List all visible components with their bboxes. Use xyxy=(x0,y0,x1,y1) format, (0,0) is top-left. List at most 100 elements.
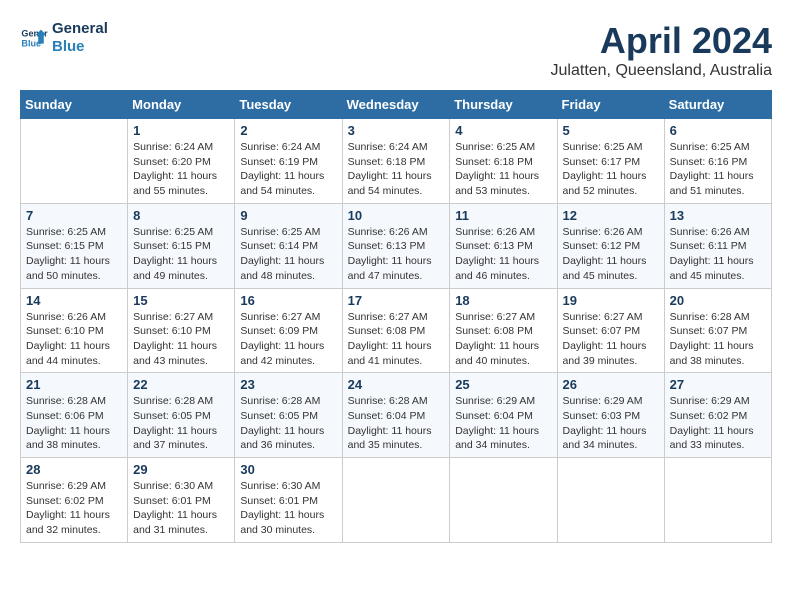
calendar-cell: 18 Sunrise: 6:27 AM Sunset: 6:08 PM Dayli… xyxy=(450,288,557,373)
weekday-header-thursday: Thursday xyxy=(450,91,557,119)
day-number: 9 xyxy=(240,208,336,223)
day-info: Sunrise: 6:29 AM Sunset: 6:03 PM Dayligh… xyxy=(563,394,659,453)
day-info: Sunrise: 6:26 AM Sunset: 6:10 PM Dayligh… xyxy=(26,310,122,369)
calendar-cell: 20 Sunrise: 6:28 AM Sunset: 6:07 PM Dayli… xyxy=(664,288,771,373)
calendar-body: 1 Sunrise: 6:24 AM Sunset: 6:20 PM Daylig… xyxy=(21,119,772,543)
day-number: 14 xyxy=(26,293,122,308)
weekday-header-sunday: Sunday xyxy=(21,91,128,119)
day-number: 22 xyxy=(133,377,229,392)
day-info: Sunrise: 6:27 AM Sunset: 6:08 PM Dayligh… xyxy=(348,310,445,369)
day-info: Sunrise: 6:29 AM Sunset: 6:04 PM Dayligh… xyxy=(455,394,551,453)
day-info: Sunrise: 6:24 AM Sunset: 6:19 PM Dayligh… xyxy=(240,140,336,199)
weekday-header-saturday: Saturday xyxy=(664,91,771,119)
calendar-cell: 25Sunrise: 6:29 AM Sunset: 6:04 PM Dayli… xyxy=(450,373,557,458)
day-info: Sunrise: 6:26 AM Sunset: 6:11 PM Dayligh… xyxy=(670,225,766,284)
day-number: 3 xyxy=(348,123,445,138)
calendar-cell: 6Sunrise: 6:25 AM Sunset: 6:16 PM Daylig… xyxy=(664,119,771,204)
calendar-table: SundayMondayTuesdayWednesdayThursdayFrid… xyxy=(20,90,772,543)
calendar-cell: 24 Sunrise: 6:28 AM Sunset: 6:04 PM Dayli… xyxy=(342,373,450,458)
day-info: Sunrise: 6:28 AM Sunset: 6:04 PM Dayligh… xyxy=(348,394,445,453)
day-number: 8 xyxy=(133,208,229,223)
calendar-week-2: 7 Sunrise: 6:25 AM Sunset: 6:15 PM Daylig… xyxy=(21,203,772,288)
day-info: Sunrise: 6:24 AM Sunset: 6:18 PM Dayligh… xyxy=(348,140,445,199)
day-number: 1 xyxy=(133,123,229,138)
calendar-cell: 23 Sunrise: 6:28 AM Sunset: 6:05 PM Dayli… xyxy=(235,373,342,458)
day-info: Sunrise: 6:28 AM Sunset: 6:06 PM Dayligh… xyxy=(26,394,122,453)
day-info: Sunrise: 6:24 AM Sunset: 6:20 PM Dayligh… xyxy=(133,140,229,199)
logo: General Blue General Blue xyxy=(20,20,108,56)
weekday-header-wednesday: Wednesday xyxy=(342,91,450,119)
day-info: Sunrise: 6:25 AM Sunset: 6:15 PM Dayligh… xyxy=(133,225,229,284)
calendar-week-1: 1 Sunrise: 6:24 AM Sunset: 6:20 PM Daylig… xyxy=(21,119,772,204)
day-number: 11 xyxy=(455,208,551,223)
day-info: Sunrise: 6:27 AM Sunset: 6:07 PM Dayligh… xyxy=(563,310,659,369)
calendar-cell: 2 Sunrise: 6:24 AM Sunset: 6:19 PM Daylig… xyxy=(235,119,342,204)
logo-text: General xyxy=(52,20,108,38)
day-number: 28 xyxy=(26,462,122,477)
day-number: 20 xyxy=(670,293,766,308)
calendar-cell: 9 Sunrise: 6:25 AM Sunset: 6:14 PM Daylig… xyxy=(235,203,342,288)
calendar-cell: 28Sunrise: 6:29 AM Sunset: 6:02 PM Dayli… xyxy=(21,458,128,543)
calendar-cell: 15Sunrise: 6:27 AM Sunset: 6:10 PM Dayli… xyxy=(128,288,235,373)
day-info: Sunrise: 6:28 AM Sunset: 6:05 PM Dayligh… xyxy=(133,394,229,453)
day-number: 24 xyxy=(348,377,445,392)
calendar-cell: 30Sunrise: 6:30 AM Sunset: 6:01 PM Dayli… xyxy=(235,458,342,543)
day-number: 23 xyxy=(240,377,336,392)
day-number: 29 xyxy=(133,462,229,477)
day-number: 13 xyxy=(670,208,766,223)
day-info: Sunrise: 6:27 AM Sunset: 6:08 PM Dayligh… xyxy=(455,310,551,369)
day-number: 26 xyxy=(563,377,659,392)
day-info: Sunrise: 6:26 AM Sunset: 6:13 PM Dayligh… xyxy=(455,225,551,284)
day-number: 18 xyxy=(455,293,551,308)
day-info: Sunrise: 6:25 AM Sunset: 6:18 PM Dayligh… xyxy=(455,140,551,199)
day-number: 7 xyxy=(26,208,122,223)
calendar-cell: 14 Sunrise: 6:26 AM Sunset: 6:10 PM Dayli… xyxy=(21,288,128,373)
calendar-cell: 22 Sunrise: 6:28 AM Sunset: 6:05 PM Dayli… xyxy=(128,373,235,458)
calendar-cell: 10 Sunrise: 6:26 AM Sunset: 6:13 PM Dayli… xyxy=(342,203,450,288)
day-number: 2 xyxy=(240,123,336,138)
month-title: April 2024 xyxy=(551,20,772,62)
day-number: 21 xyxy=(26,377,122,392)
calendar-week-4: 21 Sunrise: 6:28 AM Sunset: 6:06 PM Dayli… xyxy=(21,373,772,458)
calendar-cell xyxy=(342,458,450,543)
svg-text:Blue: Blue xyxy=(21,38,41,48)
day-info: Sunrise: 6:29 AM Sunset: 6:02 PM Dayligh… xyxy=(670,394,766,453)
day-info: Sunrise: 6:26 AM Sunset: 6:12 PM Dayligh… xyxy=(563,225,659,284)
day-info: Sunrise: 6:27 AM Sunset: 6:10 PM Dayligh… xyxy=(133,310,229,369)
calendar-cell: 12Sunrise: 6:26 AM Sunset: 6:12 PM Dayli… xyxy=(557,203,664,288)
day-number: 27 xyxy=(670,377,766,392)
day-info: Sunrise: 6:27 AM Sunset: 6:09 PM Dayligh… xyxy=(240,310,336,369)
calendar-cell: 21 Sunrise: 6:28 AM Sunset: 6:06 PM Dayli… xyxy=(21,373,128,458)
calendar-cell: 29 Sunrise: 6:30 AM Sunset: 6:01 PM Dayli… xyxy=(128,458,235,543)
calendar-cell xyxy=(557,458,664,543)
calendar-cell: 16Sunrise: 6:27 AM Sunset: 6:09 PM Dayli… xyxy=(235,288,342,373)
calendar-cell: 13 Sunrise: 6:26 AM Sunset: 6:11 PM Dayli… xyxy=(664,203,771,288)
calendar-cell: 27 Sunrise: 6:29 AM Sunset: 6:02 PM Dayli… xyxy=(664,373,771,458)
day-info: Sunrise: 6:28 AM Sunset: 6:05 PM Dayligh… xyxy=(240,394,336,453)
calendar-cell: 8 Sunrise: 6:25 AM Sunset: 6:15 PM Daylig… xyxy=(128,203,235,288)
weekday-header-row: SundayMondayTuesdayWednesdayThursdayFrid… xyxy=(21,91,772,119)
calendar-cell: 3 Sunrise: 6:24 AM Sunset: 6:18 PM Daylig… xyxy=(342,119,450,204)
day-number: 10 xyxy=(348,208,445,223)
day-info: Sunrise: 6:25 AM Sunset: 6:17 PM Dayligh… xyxy=(563,140,659,199)
logo-icon: General Blue xyxy=(20,24,48,52)
calendar-cell: 7 Sunrise: 6:25 AM Sunset: 6:15 PM Daylig… xyxy=(21,203,128,288)
day-info: Sunrise: 6:30 AM Sunset: 6:01 PM Dayligh… xyxy=(133,479,229,538)
calendar-cell: 5 Sunrise: 6:25 AM Sunset: 6:17 PM Daylig… xyxy=(557,119,664,204)
day-number: 19 xyxy=(563,293,659,308)
page-header: General Blue General Blue April 2024 Jul… xyxy=(20,20,772,80)
day-info: Sunrise: 6:30 AM Sunset: 6:01 PM Dayligh… xyxy=(240,479,336,538)
calendar-week-5: 28Sunrise: 6:29 AM Sunset: 6:02 PM Dayli… xyxy=(21,458,772,543)
calendar-cell: 1 Sunrise: 6:24 AM Sunset: 6:20 PM Daylig… xyxy=(128,119,235,204)
weekday-header-friday: Friday xyxy=(557,91,664,119)
day-info: Sunrise: 6:25 AM Sunset: 6:15 PM Dayligh… xyxy=(26,225,122,284)
day-number: 5 xyxy=(563,123,659,138)
day-info: Sunrise: 6:28 AM Sunset: 6:07 PM Dayligh… xyxy=(670,310,766,369)
location: Julatten, Queensland, Australia xyxy=(551,62,772,80)
calendar-cell xyxy=(21,119,128,204)
calendar-cell: 11 Sunrise: 6:26 AM Sunset: 6:13 PM Dayli… xyxy=(450,203,557,288)
day-info: Sunrise: 6:26 AM Sunset: 6:13 PM Dayligh… xyxy=(348,225,445,284)
day-info: Sunrise: 6:25 AM Sunset: 6:14 PM Dayligh… xyxy=(240,225,336,284)
calendar-cell: 17Sunrise: 6:27 AM Sunset: 6:08 PM Dayli… xyxy=(342,288,450,373)
calendar-week-3: 14 Sunrise: 6:26 AM Sunset: 6:10 PM Dayli… xyxy=(21,288,772,373)
